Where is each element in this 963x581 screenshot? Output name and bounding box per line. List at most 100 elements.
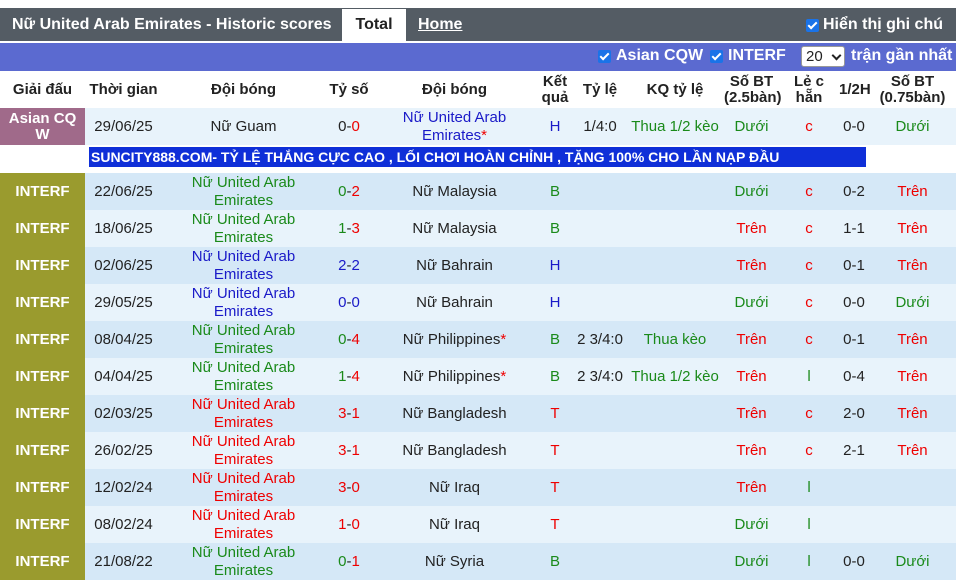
filter-interf[interactable]: INTERF [710,47,786,65]
match-count-select[interactable]: 20 [801,46,845,67]
score-cell[interactable]: 0-0 [325,108,373,145]
odds-result-cell [626,506,724,543]
home-team[interactable]: Nữ United Arab Emirates [162,210,325,247]
home-team-name[interactable]: Nữ United Arab Emirates [192,248,295,283]
home-team-name[interactable]: Nữ United Arab Emirates [192,433,295,468]
score-cell[interactable]: 1-3 [325,210,373,247]
result-cell: T [536,469,574,506]
league-cell[interactable]: INTERF [0,432,85,469]
league-cell[interactable]: INTERF [0,543,85,580]
score-cell[interactable]: 2-2 [325,247,373,284]
score-cell[interactable]: 3-1 [325,432,373,469]
checkbox-checked-icon[interactable] [710,49,723,63]
score-cell[interactable]: 0-4 [325,321,373,358]
away-team-name[interactable]: Nữ Malaysia [412,183,496,200]
home-team[interactable]: Nữ United Arab Emirates [162,395,325,432]
table-row[interactable]: INTERF 08/02/24 Nữ United Arab Emirates 1-0… [0,506,956,543]
home-team[interactable]: Nữ United Arab Emirates [162,506,325,543]
score-cell[interactable]: 1-0 [325,506,373,543]
league-cell[interactable]: Asian CQ W [0,108,85,145]
table-row[interactable]: INTERF 04/04/25 Nữ United Arab Emirates 1-4… [0,358,956,395]
home-team[interactable]: Nữ United Arab Emirates [162,284,325,321]
table-row[interactable]: INTERF 12/02/24 Nữ United Arab Emirates 3-0… [0,469,956,506]
away-team-name[interactable]: Nữ Bahrain [416,294,493,311]
away-team[interactable]: Nữ United Arab Emirates* [373,108,536,145]
show-note-toggle[interactable]: Hiển thị ghi chú [806,16,943,34]
away-team-name[interactable]: Nữ Bangladesh [402,405,506,422]
home-team[interactable]: Nữ United Arab Emirates [162,247,325,284]
checkbox-checked-icon[interactable] [598,49,611,63]
away-team-name[interactable]: Nữ Bahrain [416,257,493,274]
away-team[interactable]: Nữ Bahrain [373,247,536,284]
score-cell[interactable]: 1-4 [325,358,373,395]
table-row[interactable]: Asian CQ W 29/06/25 Nữ Guam 0-0 Nữ United Ar… [0,108,956,145]
away-team-name[interactable]: Nữ Iraq [429,479,480,496]
ad-banner[interactable]: SUNCITY888.COM- TỶ LỆ THẮNG CỰC CAO , LỐ… [89,147,866,167]
away-team[interactable]: Nữ Syria [373,543,536,580]
score-cell[interactable]: 3-1 [325,395,373,432]
away-team[interactable]: Nữ Bahrain [373,284,536,321]
tab-home[interactable]: Home [418,16,462,34]
table-row[interactable]: INTERF 22/06/25 Nữ United Arab Emirates 0-2… [0,173,956,210]
home-team[interactable]: Nữ United Arab Emirates [162,173,325,210]
away-team-name[interactable]: Nữ Philippines [403,331,501,348]
away-team[interactable]: Nữ Philippines* [373,321,536,358]
table-row[interactable]: INTERF 29/05/25 Nữ United Arab Emirates 0-0… [0,284,956,321]
league-cell[interactable]: INTERF [0,469,85,506]
table-row[interactable]: INTERF 18/06/25 Nữ United Arab Emirates 1-3… [0,210,956,247]
away-team-name[interactable]: Nữ United Arab Emirates [403,109,506,144]
checkbox-checked-icon[interactable] [806,18,819,32]
away-team-name[interactable]: Nữ Iraq [429,516,480,533]
home-team-name[interactable]: Nữ United Arab Emirates [192,174,295,209]
home-team-name[interactable]: Nữ United Arab Emirates [192,507,295,542]
away-team-name[interactable]: Nữ Malaysia [412,220,496,237]
home-team[interactable]: Nữ United Arab Emirates [162,321,325,358]
home-team[interactable]: Nữ United Arab Emirates [162,543,325,580]
league-cell[interactable]: INTERF [0,284,85,321]
table-row[interactable]: INTERF 02/06/25 Nữ United Arab Emirates 2-2… [0,247,956,284]
away-team[interactable]: Nữ Iraq [373,469,536,506]
home-team-name[interactable]: Nữ Guam [211,118,277,135]
away-team-name[interactable]: Nữ Philippines [403,368,501,385]
home-team[interactable]: Nữ United Arab Emirates [162,358,325,395]
league-cell[interactable]: INTERF [0,173,85,210]
league-cell[interactable]: INTERF [0,210,85,247]
home-team-name[interactable]: Nữ United Arab Emirates [192,544,295,579]
over-under-075-cell: Trên [869,247,956,284]
league-cell[interactable]: INTERF [0,358,85,395]
score-cell[interactable]: 0-0 [325,284,373,321]
score-cell[interactable]: 0-2 [325,173,373,210]
away-team[interactable]: Nữ Philippines* [373,358,536,395]
table-row[interactable]: INTERF 08/04/25 Nữ United Arab Emirates 0-4… [0,321,956,358]
home-team[interactable]: Nữ United Arab Emirates [162,432,325,469]
score-cell[interactable]: 0-1 [325,543,373,580]
ad-row[interactable]: SUNCITY888.COM- TỶ LỆ THẮNG CỰC CAO , LỐ… [0,145,956,173]
home-team-name[interactable]: Nữ United Arab Emirates [192,396,295,431]
away-team-name[interactable]: Nữ Syria [425,553,484,570]
filter-asian-cqw[interactable]: Asian CQW [598,47,703,65]
away-team[interactable]: Nữ Malaysia [373,210,536,247]
ad-cell[interactable]: SUNCITY888.COM- TỶ LỆ THẮNG CỰC CAO , LỐ… [0,145,956,173]
away-team[interactable]: Nữ Malaysia [373,173,536,210]
table-row[interactable]: INTERF 26/02/25 Nữ United Arab Emirates 3-1… [0,432,956,469]
league-cell[interactable]: INTERF [0,395,85,432]
home-team-name[interactable]: Nữ United Arab Emirates [192,322,295,357]
home-team-name[interactable]: Nữ United Arab Emirates [192,211,295,246]
home-team[interactable]: Nữ Guam [162,108,325,145]
away-team-name[interactable]: Nữ Bangladesh [402,442,506,459]
away-team[interactable]: Nữ Iraq [373,506,536,543]
tab-total[interactable]: Total [342,9,406,41]
table-row[interactable]: INTERF 21/08/22 Nữ United Arab Emirates 0-1… [0,543,956,580]
table-row[interactable]: INTERF 02/03/25 Nữ United Arab Emirates 3-1… [0,395,956,432]
score-cell[interactable]: 3-0 [325,469,373,506]
home-team-name[interactable]: Nữ United Arab Emirates [192,285,295,320]
league-cell[interactable]: INTERF [0,506,85,543]
home-team-name[interactable]: Nữ United Arab Emirates [192,359,295,394]
home-team[interactable]: Nữ United Arab Emirates [162,469,325,506]
away-team[interactable]: Nữ Bangladesh [373,432,536,469]
home-team-name[interactable]: Nữ United Arab Emirates [192,470,295,505]
half-score-cell: 0-2 [839,173,869,210]
league-cell[interactable]: INTERF [0,247,85,284]
league-cell[interactable]: INTERF [0,321,85,358]
away-team[interactable]: Nữ Bangladesh [373,395,536,432]
